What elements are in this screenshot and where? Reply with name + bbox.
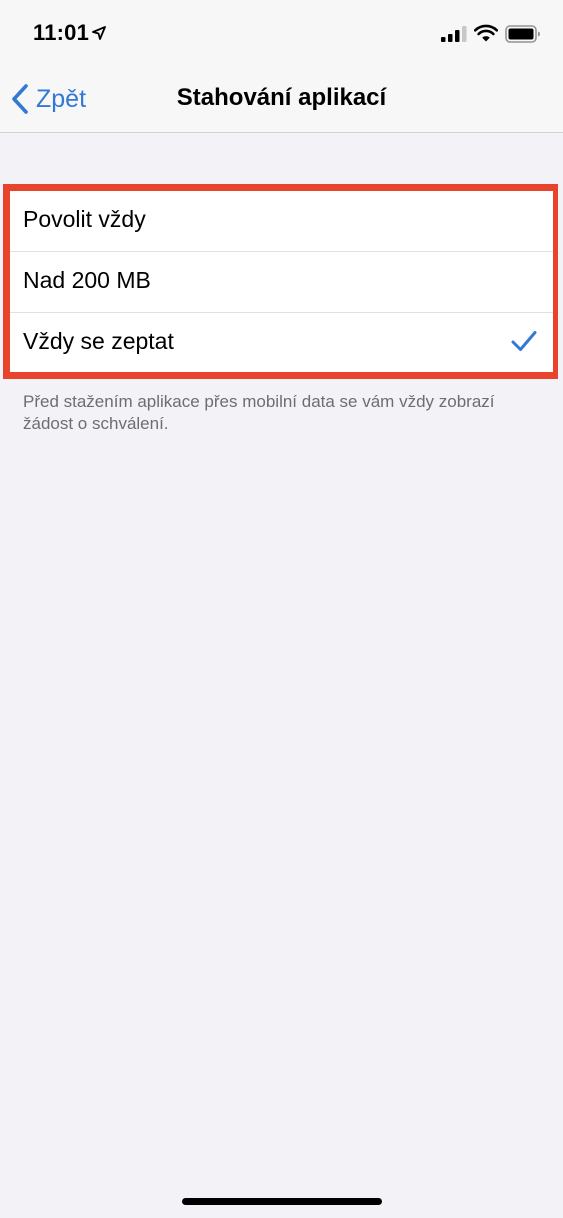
location-arrow-icon <box>92 26 106 40</box>
options-list: Povolit vždy Nad 200 MB Vždy se zeptat <box>10 191 553 372</box>
status-bar: 11:01 <box>0 0 563 68</box>
home-indicator[interactable] <box>182 1198 382 1205</box>
navigation-bar: Zpět Stahování aplikací <box>0 68 563 133</box>
cellular-signal-icon <box>441 26 467 42</box>
option-label: Vždy se zeptat <box>23 328 174 354</box>
battery-icon <box>505 25 540 43</box>
checkmark-icon <box>511 331 537 351</box>
option-row-always-allow[interactable]: Povolit vždy <box>10 191 553 251</box>
wifi-icon <box>474 24 498 42</box>
options-footer-note: Před stažením aplikace přes mobilní data… <box>23 392 495 433</box>
page-title: Stahování aplikací <box>176 84 387 111</box>
option-row-always-ask[interactable]: Vždy se zeptat <box>10 312 553 373</box>
option-label: Povolit vždy <box>23 206 146 232</box>
option-row-over-200mb[interactable]: Nad 200 MB <box>10 251 553 312</box>
status-time: 11:01 <box>33 20 90 45</box>
option-label: Nad 200 MB <box>23 267 151 293</box>
